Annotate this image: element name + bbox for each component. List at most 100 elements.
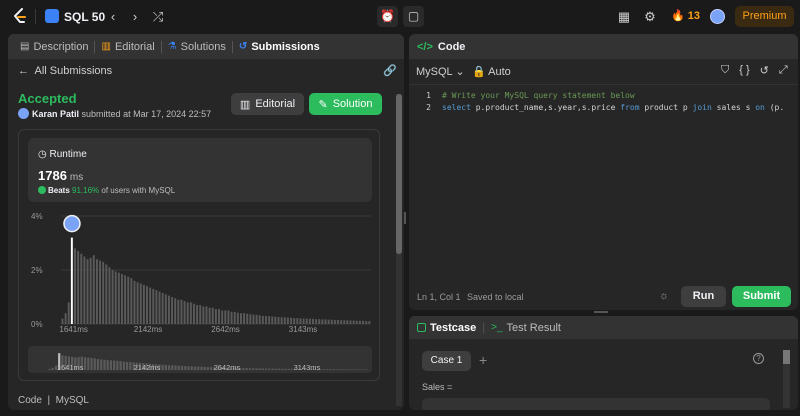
line-number: 2 xyxy=(426,103,431,112)
chart-bar xyxy=(362,320,365,324)
footer-lang-label: MySQL xyxy=(55,395,89,406)
chart-bar xyxy=(164,294,167,324)
navigator-bar xyxy=(129,362,132,370)
tab-test-result[interactable]: >_ Test Result xyxy=(491,322,561,334)
bookmark-icon[interactable]: ⛉ xyxy=(721,64,729,77)
chart-bar xyxy=(293,318,296,324)
runtime-card[interactable]: ◷ Runtime 1786 ms Beats 91.16% of users w… xyxy=(28,138,372,202)
avatar xyxy=(18,108,29,119)
all-submissions-link[interactable]: ← All Submissions xyxy=(18,65,112,77)
submission-meta: Karan Patil submitted at Mar 17, 2024 22… xyxy=(32,109,211,119)
tab-editorial[interactable]: ▥ Editorial xyxy=(95,34,160,59)
clock-icon: ◷ xyxy=(38,149,47,160)
auto-mode[interactable]: 🔒 Auto xyxy=(472,65,511,78)
navigator-bar xyxy=(361,369,365,370)
premium-button[interactable]: Premium xyxy=(735,6,794,27)
sales-input[interactable] xyxy=(422,398,770,410)
editorial-label: Editorial xyxy=(255,98,296,110)
chart-bar xyxy=(86,259,89,324)
prev-problem-button[interactable]: ‹ xyxy=(104,8,122,26)
editorial-button[interactable]: ▥ Editorial xyxy=(231,93,304,115)
chart-bar xyxy=(277,316,280,324)
study-plan-title[interactable]: SQL 50 xyxy=(64,10,105,24)
scroll-thumb[interactable] xyxy=(783,350,790,364)
chart-bar xyxy=(146,286,148,324)
code-tools: ⛉ { } ↺ ⤢ xyxy=(721,64,788,77)
navigator-bar xyxy=(90,357,93,370)
reset-icon[interactable]: ↺ xyxy=(760,64,769,77)
chart-bar xyxy=(318,319,321,324)
code-editor[interactable]: 1 # Write your MySQL query statement bel… xyxy=(409,84,798,284)
language-select[interactable]: MySQL ⌄ xyxy=(416,65,465,78)
runtime-value: 1786 ms xyxy=(38,168,83,183)
navigator-bar xyxy=(100,359,103,370)
tab-testcase[interactable]: Testcase xyxy=(417,322,476,334)
navigator-bar xyxy=(161,364,164,370)
runtime-navigator-chart[interactable]: 1641ms 2142ms 2642ms 3143ms xyxy=(28,346,372,373)
tab-description[interactable]: ▤ Description xyxy=(14,34,94,59)
layout-icon[interactable]: ▦ xyxy=(615,8,633,26)
y-tick-label: 4% xyxy=(31,212,43,221)
code-token: p xyxy=(682,103,688,112)
debug-icon[interactable]: ☼ xyxy=(659,290,669,302)
chart-bar xyxy=(111,270,114,324)
runtime-title: ◷ Runtime xyxy=(38,149,87,160)
chart-bar xyxy=(343,320,346,324)
testcase-scrollbar[interactable] xyxy=(783,350,790,408)
next-problem-button[interactable]: › xyxy=(126,8,144,26)
footer-code-label[interactable]: Code xyxy=(18,395,42,406)
author-name[interactable]: Karan Patil xyxy=(32,109,79,119)
share-link-icon[interactable]: 🔗 xyxy=(383,64,397,77)
avatar-icon[interactable] xyxy=(710,9,725,24)
beats-icon xyxy=(38,186,46,194)
left-scrollbar[interactable] xyxy=(396,94,402,406)
chart-bar xyxy=(161,292,164,324)
run-button[interactable]: Run xyxy=(681,286,726,307)
vertical-resize-handle[interactable] xyxy=(404,212,406,224)
saved-status: Saved to local xyxy=(467,292,524,302)
chart-bar xyxy=(105,264,108,324)
chart-bar xyxy=(189,302,192,324)
testcase-header: Testcase | >_ Test Result xyxy=(409,316,798,339)
settings-icon[interactable]: ⚙ xyxy=(641,8,659,26)
chart-bar xyxy=(340,320,343,324)
code-title: Code xyxy=(437,40,466,53)
add-case-icon[interactable]: + xyxy=(479,352,487,368)
navigator-bar xyxy=(184,366,187,370)
fullscreen-icon[interactable]: ⤢ xyxy=(779,64,788,77)
runtime-distribution-chart[interactable]: 4% 2% 0% 1641ms 2142ms 2642ms 3143ms xyxy=(31,210,376,332)
help-icon[interactable]: ? xyxy=(753,353,764,364)
chart-bar xyxy=(324,319,327,324)
notes-icon[interactable]: ▢ xyxy=(403,6,424,27)
chart-bar xyxy=(283,317,286,324)
code-token: product xyxy=(644,103,679,112)
tab-submissions[interactable]: ↺ Submissions xyxy=(233,34,326,59)
chart-bar xyxy=(230,311,233,324)
navigator-bar xyxy=(187,366,190,370)
chart-bar xyxy=(330,319,333,324)
horizontal-resize-handle[interactable] xyxy=(594,311,608,313)
code-panel: </> Code MySQL ⌄ 🔒 Auto ⛉ { } ↺ ⤢ 1 # Wri… xyxy=(409,34,798,310)
format-icon[interactable]: { } xyxy=(739,64,749,77)
submit-button[interactable]: Submit xyxy=(732,286,791,307)
navigator-bar xyxy=(355,369,358,370)
book-icon: ▥ xyxy=(239,98,251,111)
navigator-bar xyxy=(352,369,355,370)
scroll-thumb[interactable] xyxy=(396,94,402,254)
streak-counter[interactable]: 🔥 13 xyxy=(671,9,700,22)
leetcode-logo-icon[interactable] xyxy=(12,8,28,25)
chart-bar xyxy=(365,321,368,324)
solution-button[interactable]: ✎ Solution xyxy=(309,93,382,115)
line-text: # Write your MySQL query statement below xyxy=(442,91,635,100)
shuffle-icon[interactable]: ⤮ xyxy=(149,8,167,26)
case-1-tab[interactable]: Case 1 xyxy=(422,351,471,371)
chart-bar xyxy=(77,251,80,324)
tab-solutions[interactable]: ⚗ Solutions xyxy=(162,34,232,59)
chart-bar xyxy=(333,319,336,324)
top-bar: SQL 50 ‹ › ⤮ ⏰ ▢ ▦ ⚙ 🔥 13 Premium xyxy=(0,0,800,33)
timer-icon[interactable]: ⏰ xyxy=(377,6,398,27)
navigator-bar xyxy=(274,368,277,370)
x-tick-label: 2642ms xyxy=(211,325,239,332)
chart-bar xyxy=(211,307,214,324)
terminal-icon: >_ xyxy=(491,322,503,333)
